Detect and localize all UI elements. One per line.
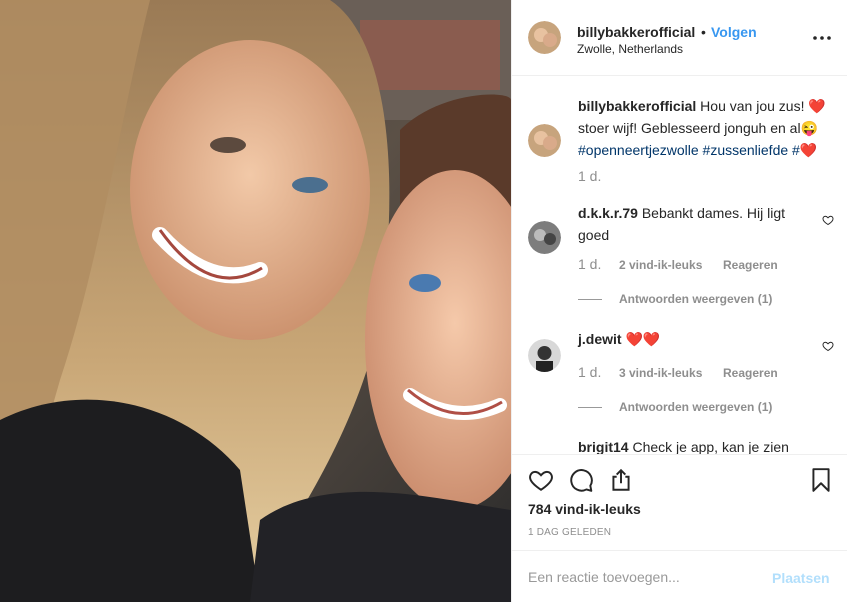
post-header: billybakkerofficial • Volgen Zwolle, Net… [512, 0, 847, 76]
comment-time[interactable]: 1 d. [578, 256, 601, 272]
heart-emoji: ❤️ [808, 98, 826, 114]
heart-emoji: ❤️ [799, 142, 818, 158]
comment-username[interactable]: j.dewit [578, 331, 622, 347]
hashtag-zussenliefde[interactable]: #zussenliefde [703, 142, 789, 158]
caption-avatar[interactable] [528, 124, 561, 157]
like-heart-icon[interactable] [528, 467, 554, 493]
selfie-photo-image [0, 0, 511, 602]
comment-time[interactable]: 1 d. [578, 364, 601, 380]
action-bar: 784 vind-ik-leuks 1 DAG GELEDEN [512, 454, 847, 550]
view-replies-button[interactable]: Antwoorden weergeven (1) [619, 292, 772, 306]
comments-list[interactable]: billybakkerofficial Hou van jou zus! ❤️ … [512, 77, 847, 454]
post-photo[interactable] [0, 0, 511, 602]
comment-bubble-icon[interactable] [568, 467, 594, 493]
caption-text-1: Hou van jou zus! [700, 98, 809, 114]
comment-likes[interactable]: 2 vind-ik-leuks [619, 258, 702, 272]
hashtag-openneertjezwolle[interactable]: #openneertjezwolle [578, 142, 699, 158]
reply-button[interactable]: Reageren [723, 258, 778, 272]
caption-username[interactable]: billybakkerofficial [578, 98, 696, 114]
author-username[interactable]: billybakkerofficial [577, 24, 695, 40]
hashtag-partial[interactable]: # [792, 142, 800, 158]
commenter-avatar[interactable] [528, 339, 561, 372]
caption-avatar-image [528, 124, 561, 157]
author-avatar[interactable] [528, 21, 561, 54]
comment-text: j.dewit ❤️❤️ [578, 328, 803, 350]
caption-time[interactable]: 1 d. [578, 168, 601, 184]
divider-line [578, 299, 602, 300]
share-icon[interactable] [608, 467, 634, 493]
commenter-avatar[interactable] [528, 221, 561, 254]
commenter-avatar-image [528, 221, 561, 254]
like-comment-heart-icon[interactable] [822, 214, 834, 226]
likes-count[interactable]: 784 vind-ik-leuks [528, 501, 641, 517]
author-avatar-image [528, 21, 561, 54]
post-date[interactable]: 1 DAG GELEDEN [528, 527, 611, 538]
caption-text: billybakkerofficial Hou van jou zus! ❤️ … [578, 95, 838, 161]
comment-text: brigit14 Check je app, kan je zien [578, 436, 838, 454]
more-options-icon[interactable] [812, 30, 832, 46]
view-replies-button[interactable]: Antwoorden weergeven (1) [619, 400, 772, 414]
comment-text: d.k.k.r.79 Bebankt dames. Hij ligt goed [578, 202, 803, 246]
post-comment-button[interactable]: Plaatsen [772, 570, 830, 586]
comment-username[interactable]: d.k.k.r.79 [578, 205, 638, 221]
separator-dot: • [701, 24, 706, 40]
comment-likes[interactable]: 3 vind-ik-leuks [619, 366, 702, 380]
post-location[interactable]: Zwolle, Netherlands [577, 42, 683, 56]
reply-button[interactable]: Reageren [723, 366, 778, 380]
post-panel: billybakkerofficial • Volgen Zwolle, Net… [511, 0, 847, 602]
bookmark-save-icon[interactable] [808, 467, 834, 493]
add-comment-bar: Plaatsen [512, 550, 847, 602]
follow-button[interactable]: Volgen [711, 24, 757, 40]
like-comment-heart-icon[interactable] [822, 340, 834, 352]
hearts-emoji: ❤️❤️ [625, 331, 661, 347]
wink-emoji: 😜 [800, 120, 819, 136]
comment-input[interactable] [528, 567, 758, 587]
commenter-avatar-image [528, 339, 561, 372]
comment-username[interactable]: brigit14 [578, 439, 629, 454]
caption-text-2: stoer wijf! Geblesseerd jonguh en al [578, 120, 801, 136]
comment-body: Check je app, kan je zien [632, 439, 789, 454]
divider-line [578, 407, 602, 408]
